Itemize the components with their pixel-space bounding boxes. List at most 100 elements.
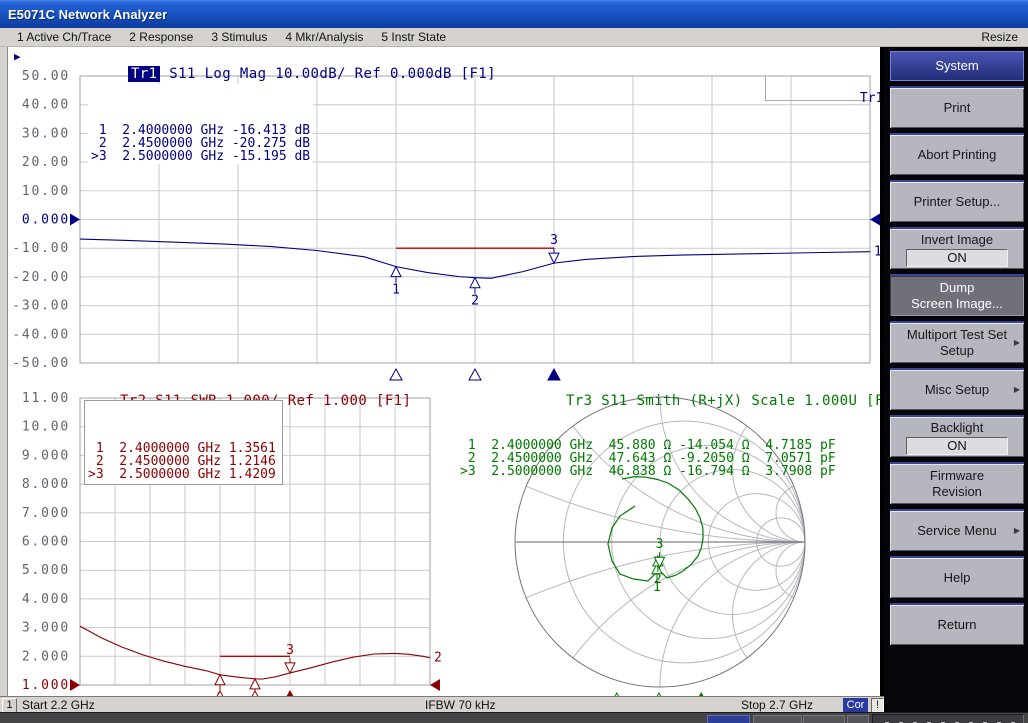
marker-row: >32.5000000 GHz-15.195 dB xyxy=(91,150,310,163)
sidebar-button-invert-image[interactable]: Invert ImageON xyxy=(890,227,1024,269)
button-label: Dump xyxy=(940,280,975,296)
tr1-pass-text: Tr1: Pass xyxy=(860,91,880,106)
resize-button[interactable]: Resize xyxy=(981,30,1020,44)
active-trace-arrow-icon: ▶ xyxy=(14,50,21,63)
button-label: Setup xyxy=(940,343,974,359)
y-axis-labels: 50.0040.0030.0020.0010.000.000-10.00-20.… xyxy=(12,69,70,371)
title-bar: E5071C Network Analyzer xyxy=(0,0,1028,28)
start-frequency: Start 2.2 GHz xyxy=(22,698,95,712)
taskbar-item[interactable] xyxy=(753,715,802,723)
tr2-marker-table: 12.4000000 GHz1.356122.4500000 GHz1.2146… xyxy=(84,400,283,485)
sidebar-button-backlight[interactable]: BacklightON xyxy=(890,415,1024,457)
svg-text:7.000: 7.000 xyxy=(22,506,70,521)
taskbar-clock xyxy=(872,714,1024,723)
sidebar-button-firmware-revision[interactable]: FirmwareRevision xyxy=(890,462,1024,504)
svg-text:-40.00: -40.00 xyxy=(12,327,70,342)
marker-row: >32.5000000 GHz46.838 Ω-16.794 Ω3.7908 p… xyxy=(460,465,836,478)
svg-text:6.000: 6.000 xyxy=(22,535,70,550)
sidebar-button-help[interactable]: Help xyxy=(890,556,1024,598)
sidebar-button-printer-setup[interactable]: Printer Setup... xyxy=(890,180,1024,222)
svg-text:-20.00: -20.00 xyxy=(12,270,70,285)
sidebar-button-abort-printing[interactable]: Abort Printing xyxy=(890,133,1024,175)
svg-text:3: 3 xyxy=(656,537,664,552)
ifbw-readout: IFBW 70 kHz xyxy=(425,698,496,712)
toggle-state-value: ON xyxy=(906,249,1008,267)
svg-text:2.000: 2.000 xyxy=(22,649,70,664)
button-label: Firmware xyxy=(930,468,984,484)
menu-bar: 1 Active Ch/Trace2 Response3 Stimulus4 M… xyxy=(0,28,1028,47)
taskbar-item[interactable] xyxy=(707,715,750,723)
menu-item[interactable]: 1 Active Ch/Trace xyxy=(8,30,120,44)
y-axis-labels: 11.0010.009.0008.0007.0006.0005.0004.000… xyxy=(22,391,70,693)
button-label: System xyxy=(935,58,978,74)
button-label: Print xyxy=(944,100,971,116)
taskbar-item[interactable] xyxy=(803,715,845,723)
button-label: Revision xyxy=(932,484,982,500)
sidebar-button-service-menu[interactable]: Service Menu ▶ xyxy=(890,509,1024,551)
svg-text:3.000: 3.000 xyxy=(22,621,70,636)
correction-status-badge: Cor xyxy=(843,698,868,712)
submenu-arrow-icon: ▶ xyxy=(1014,335,1020,351)
menu-item[interactable]: 5 Instr State xyxy=(372,30,455,44)
button-label: Screen Image... xyxy=(911,296,1003,312)
svg-text:-30.00: -30.00 xyxy=(12,299,70,314)
warning-indicator: ! xyxy=(871,698,884,713)
network-analyzer-app: E5071C Network Analyzer 1 Active Ch/Trac… xyxy=(0,0,1028,723)
menu-item[interactable]: 4 Mkr/Analysis xyxy=(276,30,372,44)
svg-text:4.000: 4.000 xyxy=(22,592,70,607)
taskbar-strip xyxy=(0,712,1028,723)
svg-text:-10.00: -10.00 xyxy=(12,241,70,256)
svg-text:3: 3 xyxy=(550,233,558,248)
svg-text:1: 1 xyxy=(874,245,880,260)
toggle-state-value: ON xyxy=(906,437,1008,455)
sidebar-button-return[interactable]: Return xyxy=(890,603,1024,645)
svg-text:2: 2 xyxy=(471,294,479,309)
svg-text:8.000: 8.000 xyxy=(22,477,70,492)
tr1-marker-table: 12.4000000 GHz-16.413 dB22.4500000 GHz-2… xyxy=(88,84,313,164)
submenu-arrow-icon: ▶ xyxy=(1014,523,1020,539)
button-label: Misc Setup xyxy=(925,382,989,398)
svg-text:3: 3 xyxy=(286,643,294,658)
button-label: Multiport Test Set xyxy=(907,327,1007,343)
marker-row: >32.5000000 GHz1.4209 xyxy=(88,468,276,481)
sidebar-button-dump-screen-image[interactable]: DumpScreen Image... xyxy=(890,274,1024,316)
svg-text:0.000: 0.000 xyxy=(22,213,70,228)
svg-text:1: 1 xyxy=(392,283,400,298)
button-label: Return xyxy=(937,617,976,633)
menu-item[interactable]: 2 Response xyxy=(120,30,202,44)
tr3-marker-table: 12.4000000 GHz45.880 Ω-14.054 Ω4.7185 pF… xyxy=(460,400,836,478)
sidebar-button-multiport-test-set-setup[interactable]: Multiport Test SetSetup ▶ xyxy=(890,321,1024,363)
sidebar-button-misc-setup[interactable]: Misc Setup▶ xyxy=(890,368,1024,410)
trace-markers[interactable]: 123 xyxy=(652,537,665,595)
menu-item[interactable]: 3 Stimulus xyxy=(202,30,276,44)
channel-number-box: 1 xyxy=(2,698,17,713)
tr1-header-text: S11 Log Mag 10.00dB/ Ref 0.000dB [F1] xyxy=(160,66,496,82)
button-label: Printer Setup... xyxy=(914,194,1001,210)
window-title: E5071C Network Analyzer xyxy=(8,7,167,22)
svg-text:-50.00: -50.00 xyxy=(12,356,70,371)
svg-text:2: 2 xyxy=(434,651,442,666)
svg-text:40.00: 40.00 xyxy=(22,98,70,113)
svg-text:2: 2 xyxy=(654,572,662,587)
tr1-label-chip[interactable]: Tr1 xyxy=(128,66,161,82)
sidebar-button-print[interactable]: Print xyxy=(890,86,1024,128)
tr1-limit-status-badge: Tr1: Pass xyxy=(765,76,871,101)
button-label: Abort Printing xyxy=(918,147,997,163)
sidebar-button-system: System xyxy=(890,51,1024,81)
svg-text:20.00: 20.00 xyxy=(22,155,70,170)
menu-items: 1 Active Ch/Trace2 Response3 Stimulus4 M… xyxy=(8,30,455,44)
instrument-screen: 50.0040.0030.0020.0010.000.000-10.00-20.… xyxy=(8,47,880,696)
button-label: Service Menu xyxy=(917,523,996,539)
svg-text:1.000: 1.000 xyxy=(22,678,70,693)
sidebar-menu: System Print Abort Printing Printer Setup..… xyxy=(884,47,1028,712)
status-bar: 1 Start 2.2 GHz IFBW 70 kHz Stop 2.7 GHz… xyxy=(0,696,884,712)
svg-text:5.000: 5.000 xyxy=(22,563,70,578)
button-label: Help xyxy=(944,570,971,586)
svg-text:9.000: 9.000 xyxy=(22,448,70,463)
taskbar-item[interactable] xyxy=(847,715,869,723)
button-label: Backlight xyxy=(931,420,984,436)
svg-text:10.00: 10.00 xyxy=(22,184,70,199)
stop-frequency: Stop 2.7 GHz xyxy=(741,698,813,712)
svg-text:30.00: 30.00 xyxy=(22,126,70,141)
button-label: Invert Image xyxy=(921,232,993,248)
